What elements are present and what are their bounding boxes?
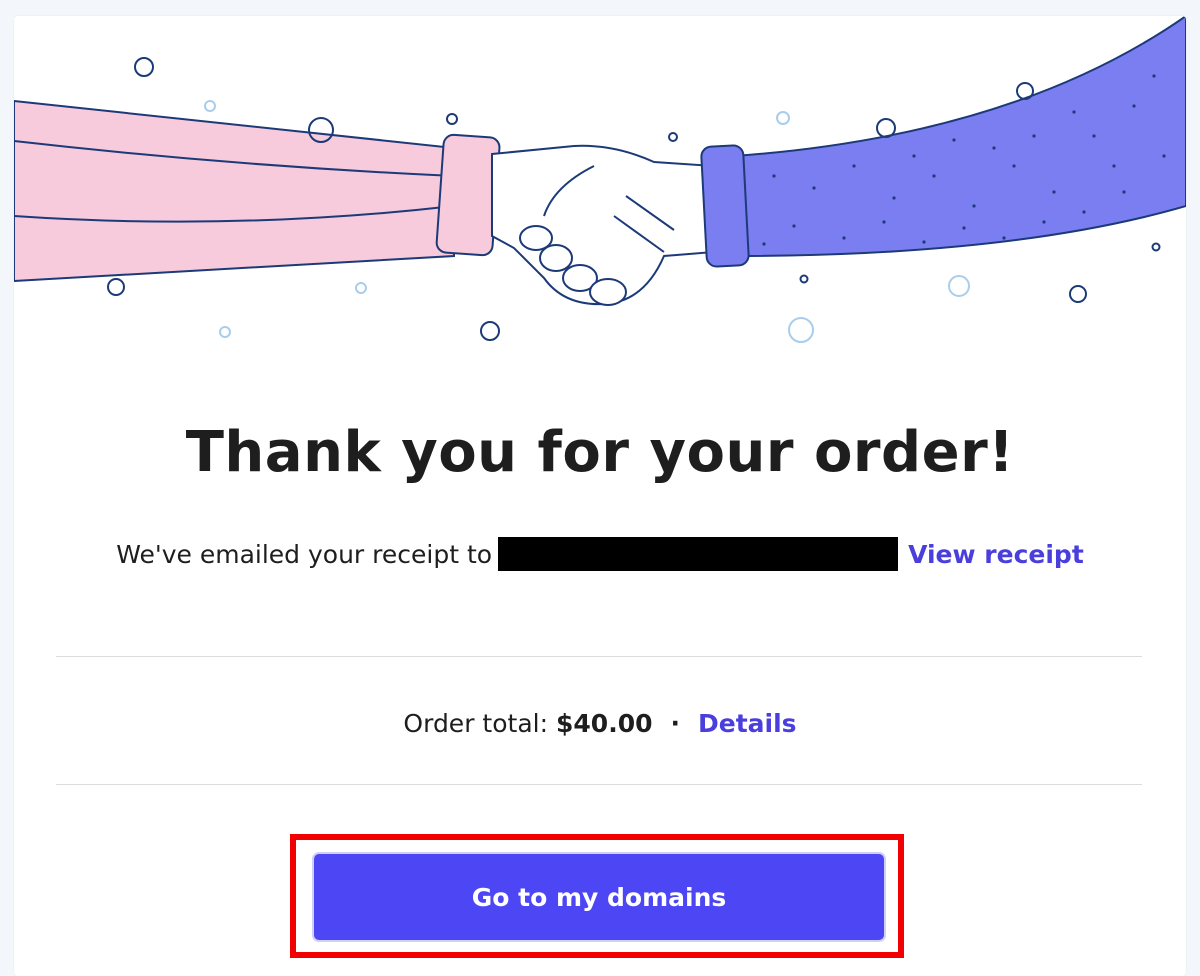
redacted-email	[498, 537, 899, 571]
receipt-text: We've emailed your receipt to	[116, 539, 493, 569]
handshake-illustration	[14, 16, 1186, 343]
view-receipt-link[interactable]: View receipt	[908, 540, 1084, 569]
order-total-value: $40.00	[556, 708, 653, 738]
divider-top	[56, 656, 1142, 657]
receipt-line: We've emailed your receipt to View recei…	[14, 534, 1186, 574]
go-to-my-domains-button[interactable]: Go to my domains	[314, 854, 884, 940]
order-confirmation-card: Thank you for your order! We've emailed …	[14, 16, 1186, 976]
divider-bottom	[56, 784, 1142, 785]
separator-dot: ·	[670, 708, 681, 738]
details-link[interactable]: Details	[698, 709, 797, 738]
order-total-label: Order total:	[403, 708, 549, 738]
order-total-line: Order total: $40.00 · Details	[14, 703, 1186, 743]
page-title: Thank you for your order!	[185, 420, 1015, 485]
